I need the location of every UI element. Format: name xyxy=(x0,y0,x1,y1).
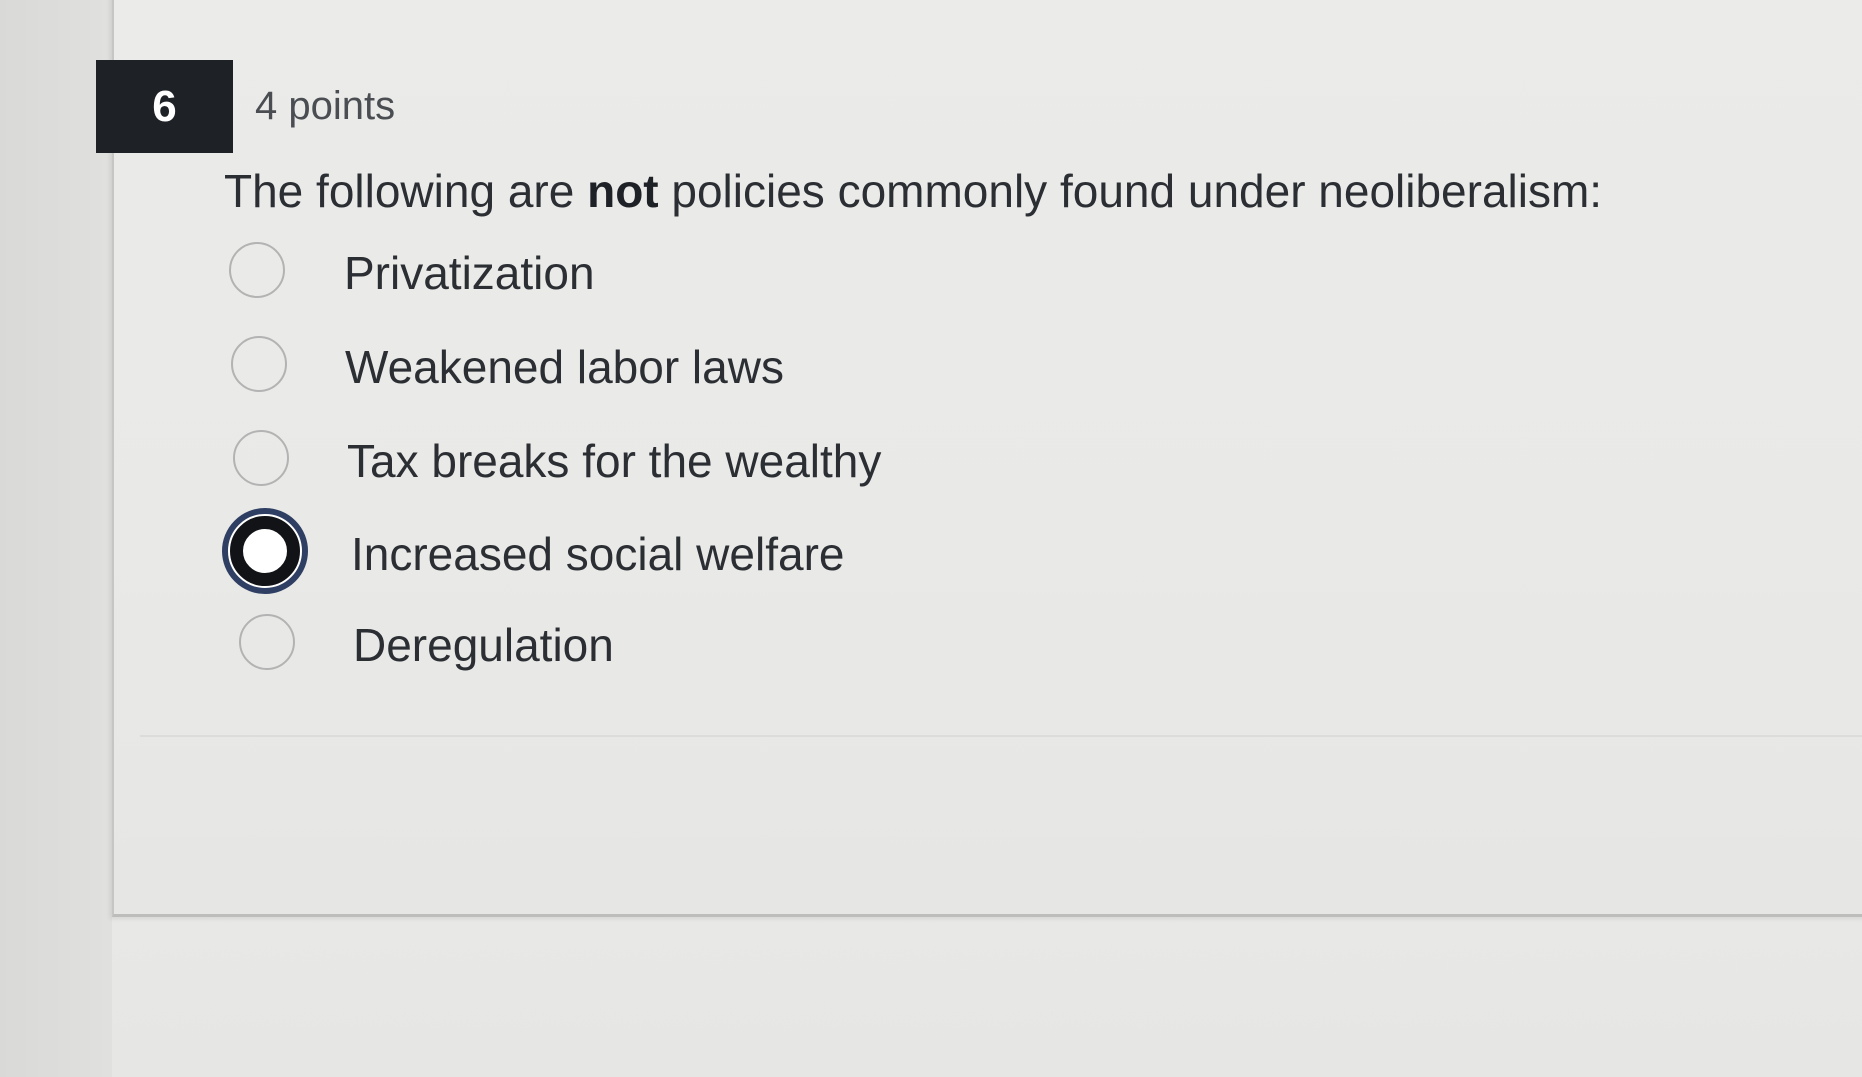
option-label-increased-social-welfare: Increased social welfare xyxy=(351,528,845,580)
option-label-weakened-labor-laws: Weakened labor laws xyxy=(345,341,784,393)
radio-button-privatization[interactable] xyxy=(229,242,285,298)
question-number-badge: 6 xyxy=(96,60,233,153)
prompt-text-before: The following are xyxy=(224,165,588,217)
question-number: 6 xyxy=(152,81,177,131)
question-points: 4 points xyxy=(255,84,396,128)
prompt-emphasis: not xyxy=(587,165,659,217)
option-label-deregulation: Deregulation xyxy=(353,619,614,671)
question-prompt: The following are not policies commonly … xyxy=(224,164,1602,218)
radio-button-weakened-labor-laws[interactable] xyxy=(231,336,287,392)
radio-button-tax-breaks[interactable] xyxy=(233,430,289,486)
prompt-text-after: policies commonly found under neoliberal… xyxy=(658,165,1603,217)
option-label-tax-breaks: Tax breaks for the wealthy xyxy=(347,435,882,487)
card-divider xyxy=(140,735,1862,737)
radio-button-deregulation[interactable] xyxy=(239,614,295,670)
option-label-privatization: Privatization xyxy=(344,247,595,299)
background-left-edge xyxy=(0,0,112,1077)
radio-button-increased-social-welfare[interactable] xyxy=(222,508,308,594)
